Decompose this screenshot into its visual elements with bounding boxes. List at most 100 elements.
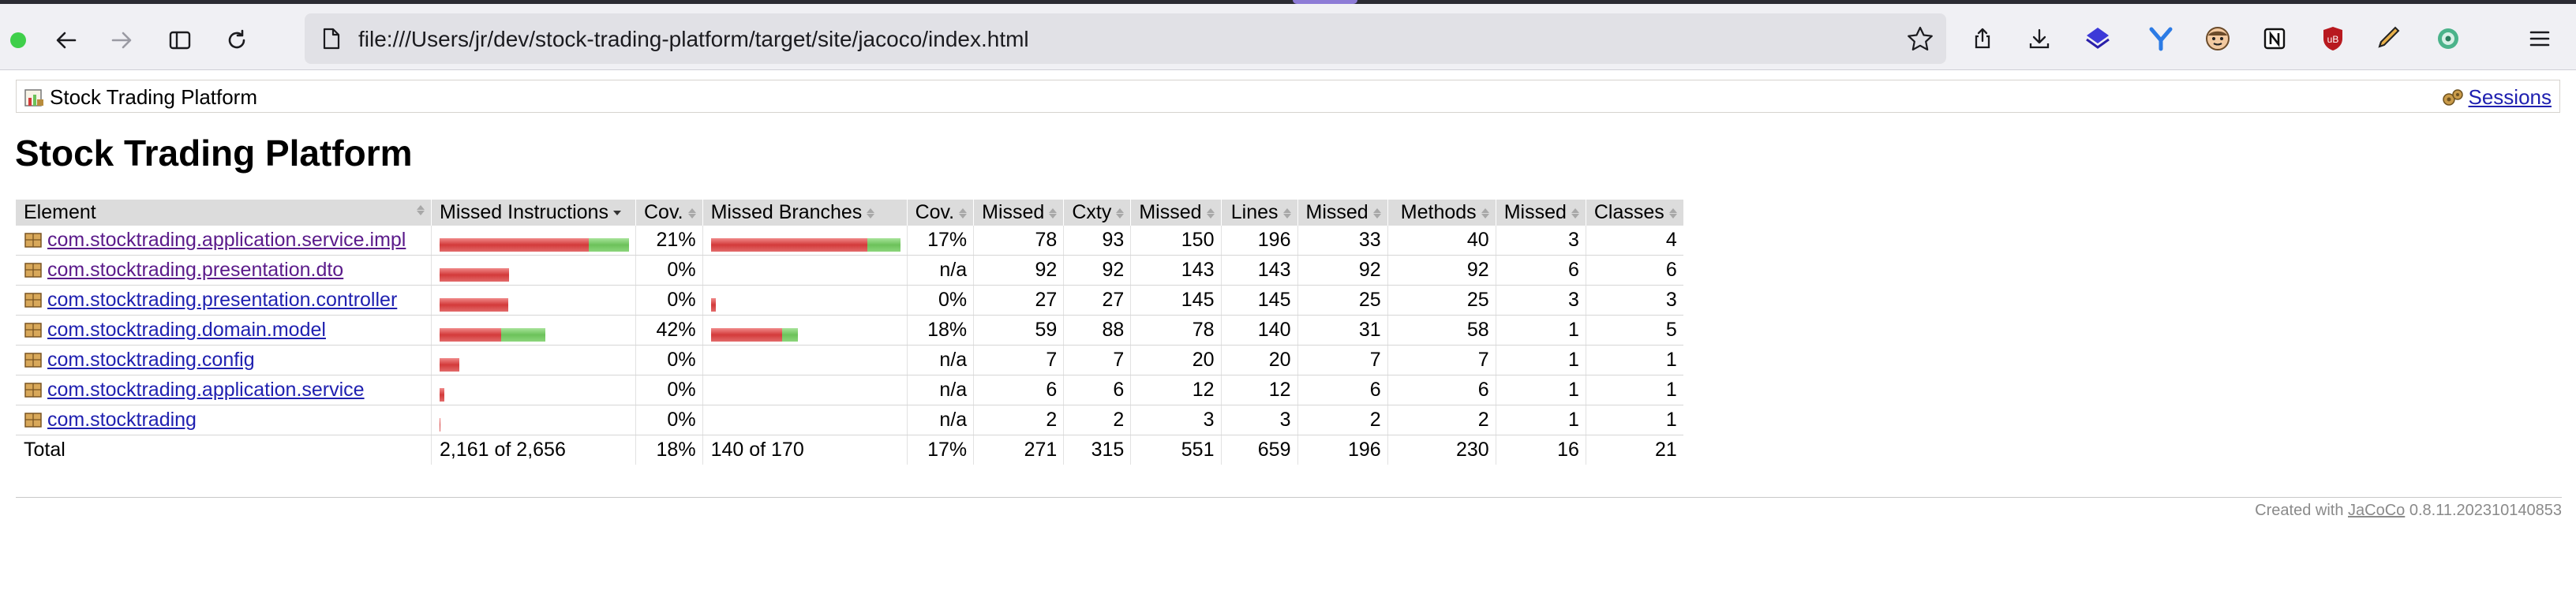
sort-arrows-icon [1116, 207, 1125, 219]
downloads-button[interactable] [2022, 21, 2057, 56]
sort-arrows-icon [1372, 207, 1381, 219]
svg-text:uB: uB [2327, 34, 2339, 45]
extension-orb[interactable] [2431, 21, 2466, 56]
lines-cell: 20 [1220, 345, 1297, 375]
col-instr-coverage-label: Cov. [644, 201, 683, 223]
sidebar-button[interactable] [161, 21, 199, 59]
package-link[interactable]: com.stocktrading [47, 409, 197, 431]
table-row: com.stocktrading.domain.model 42% 18% 59 88 7… [16, 315, 1683, 346]
col-missed-classes[interactable]: Missed [1495, 200, 1586, 226]
col-element[interactable]: Element [16, 200, 432, 226]
branches-coverage: 18% [906, 315, 974, 346]
instructions-bar-cell [431, 285, 636, 316]
address-bar[interactable]: file:///Users/jr/dev/stock-trading-platf… [305, 13, 1946, 64]
package-link[interactable]: com.stocktrading.config [47, 349, 255, 371]
instructions-coverage: 0% [635, 255, 703, 286]
sort-arrows-icon [1481, 207, 1489, 219]
back-button[interactable] [47, 21, 85, 59]
covered-bar-segment [589, 237, 629, 252]
bookmark-star-icon[interactable] [1907, 26, 1934, 51]
package-link[interactable]: com.stocktrading.domain.model [47, 319, 326, 341]
col-lines[interactable]: Lines [1220, 200, 1297, 226]
sort-arrows-icon [867, 207, 875, 219]
total-instr-coverage: 18% [635, 435, 703, 465]
sort-arrows-icon [1668, 207, 1677, 219]
url-text[interactable]: file:///Users/jr/dev/stock-trading-platf… [358, 27, 1029, 52]
table-row: com.stocktrading.presentation.controller… [16, 285, 1683, 316]
share-icon [1975, 28, 1990, 49]
instructions-coverage: 42% [635, 315, 703, 346]
branches-bar-cell [702, 405, 908, 435]
table-row: com.stocktrading.application.service 0% n/… [16, 375, 1683, 405]
col-missed-cxty[interactable]: Missed [973, 200, 1064, 226]
missed-bar-segment [440, 357, 459, 372]
extension-ublock[interactable]: uB [2316, 21, 2350, 56]
sessions-link[interactable]: Sessions [2469, 85, 2552, 110]
sort-arrows-icon [1571, 207, 1579, 219]
instructions-bar-cell [431, 226, 636, 256]
instructions-coverage-bar [440, 264, 509, 282]
cxty-cell: 92 [1063, 255, 1131, 286]
methods-missed-cell: 2 [1297, 405, 1388, 435]
covered-bar-segment [781, 327, 798, 342]
hamburger-menu-icon [2529, 31, 2550, 47]
col-methods[interactable]: Methods [1387, 200, 1496, 226]
table-header-row: Element Missed Instructions Cov. Missed … [16, 200, 1683, 226]
col-missed-cxty-label: Missed [982, 201, 1045, 223]
instructions-bar-cell [431, 375, 636, 405]
share-button[interactable] [1965, 21, 2000, 56]
extension-pen[interactable] [2372, 21, 2407, 56]
package-link[interactable]: com.stocktrading.presentation.controller [47, 289, 397, 311]
col-missed-methods-label: Missed [1305, 201, 1368, 223]
missed-bar-segment [440, 327, 501, 342]
branches-coverage: 17% [906, 226, 974, 256]
classes-cell: 4 [1585, 226, 1683, 256]
extension-face[interactable] [2200, 21, 2235, 56]
reload-button[interactable] [218, 21, 256, 59]
col-branch-coverage[interactable]: Cov. [906, 200, 974, 226]
package-icon [24, 383, 42, 398]
package-link[interactable]: com.stocktrading.application.service.imp… [47, 229, 406, 251]
col-cxty[interactable]: Cxty [1063, 200, 1131, 226]
window-control-dot[interactable] [10, 32, 26, 48]
extension-layers[interactable] [2080, 21, 2115, 56]
forward-button[interactable] [103, 21, 140, 59]
col-missed-lines[interactable]: Missed [1130, 200, 1221, 226]
cxty-missed-cell: 92 [973, 255, 1064, 286]
footer: Created with JaCoCo 0.8.11.202310140853 [2255, 502, 2562, 520]
col-missed-instructions[interactable]: Missed Instructions [431, 200, 636, 226]
classes-missed-cell: 6 [1495, 255, 1586, 286]
classes-missed-cell: 1 [1495, 345, 1586, 375]
branches-bar-cell [702, 255, 908, 286]
table-body: com.stocktrading.application.service.imp… [16, 226, 1683, 435]
classes-cell: 3 [1585, 285, 1683, 316]
table-row: com.stocktrading.presentation.dto 0% n/a 92… [16, 255, 1683, 286]
missed-bar-segment [440, 267, 509, 282]
footer-prefix: Created with [2255, 502, 2344, 519]
extension-notion[interactable] [2257, 21, 2292, 56]
total-missed-classes: 16 [1495, 435, 1586, 465]
total-row: Total 2,161 of 2,656 18% 140 of 170 17% … [16, 435, 1683, 465]
lines-missed-cell: 20 [1130, 345, 1221, 375]
package-icon [24, 293, 42, 308]
col-instr-coverage[interactable]: Cov. [635, 200, 703, 226]
package-link[interactable]: com.stocktrading.application.service [47, 379, 365, 401]
jacoco-link[interactable]: JaCoCo [2348, 502, 2405, 519]
coverage-table: Element Missed Instructions Cov. Missed … [16, 200, 1683, 465]
lines-missed-cell: 150 [1130, 226, 1221, 256]
package-cell: com.stocktrading.config [16, 345, 432, 375]
branches-coverage: 0% [906, 285, 974, 316]
total-missed-methods: 196 [1297, 435, 1388, 465]
total-lines: 659 [1220, 435, 1297, 465]
cxty-missed-cell: 6 [973, 375, 1064, 405]
cxty-cell: 2 [1063, 405, 1131, 435]
extension-y[interactable] [2144, 21, 2178, 56]
col-classes[interactable]: Classes [1585, 200, 1683, 226]
menu-button[interactable] [2522, 21, 2557, 56]
sidebar-icon [169, 31, 191, 50]
classes-cell: 5 [1585, 315, 1683, 346]
methods-cell: 6 [1387, 375, 1496, 405]
package-link[interactable]: com.stocktrading.presentation.dto [47, 259, 343, 281]
col-missed-branches[interactable]: Missed Branches [702, 200, 908, 226]
col-missed-methods[interactable]: Missed [1297, 200, 1388, 226]
